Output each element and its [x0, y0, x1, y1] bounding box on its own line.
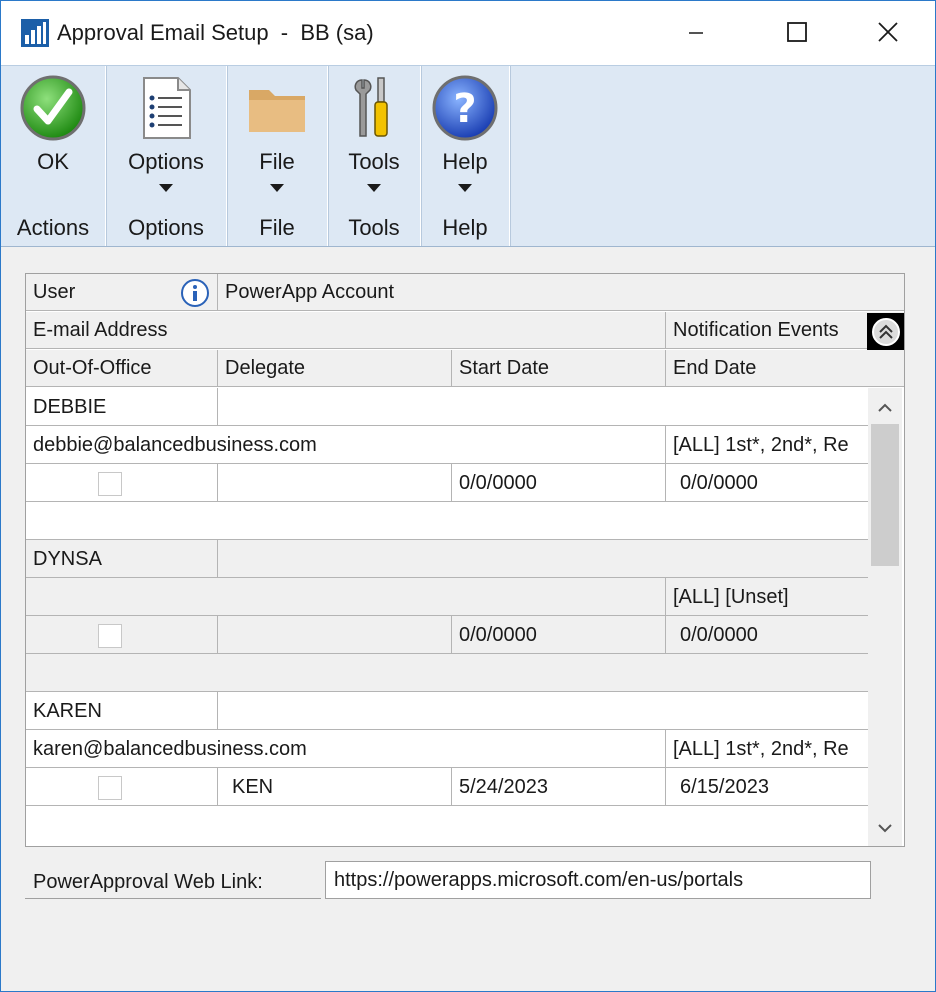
- ribbon: OK Actions Options Options File File Too…: [1, 65, 935, 247]
- options-list-icon: [143, 77, 191, 139]
- ribbon-group-file: File File: [227, 66, 328, 246]
- options-dropdown-icon: [159, 184, 173, 192]
- email-cell[interactable]: debbie@balancedbusiness.com: [26, 426, 666, 464]
- title-bar: Approval Email Setup - BB (sa): [1, 1, 935, 65]
- ok-button[interactable]: OK: [1, 66, 105, 206]
- delegate-cell[interactable]: [218, 464, 452, 502]
- web-link-label: PowerApproval Web Link:: [25, 861, 321, 899]
- grid-rows: DEBBIE debbie@balancedbusiness.com [ALL]…: [26, 388, 868, 846]
- record-separator: [26, 806, 868, 844]
- help-button[interactable]: ? Help: [421, 66, 509, 206]
- approval-email-setup-window: Approval Email Setup - BB (sa) OK Action…: [0, 0, 936, 992]
- group-label-actions: Actions: [16, 215, 90, 240]
- group-label-options: Options: [128, 215, 204, 240]
- minimize-icon[interactable]: [673, 11, 719, 55]
- window-title: Approval Email Setup - BB (sa): [57, 20, 374, 45]
- help-button-label: Help: [442, 149, 488, 174]
- start-date-cell[interactable]: 0/0/0000: [452, 464, 666, 502]
- user-cell[interactable]: DYNSA: [26, 540, 218, 578]
- chevron-up-double-icon: [872, 318, 900, 346]
- record-separator: [26, 654, 868, 692]
- end-date-cell[interactable]: 6/15/2023: [666, 768, 868, 806]
- help-icon: ?: [432, 75, 498, 141]
- file-button-label: File: [259, 149, 295, 174]
- out-of-office-cell[interactable]: [26, 616, 218, 654]
- options-button[interactable]: Options: [106, 66, 226, 206]
- ribbon-group-options: Options Options: [106, 66, 227, 246]
- header-email-address[interactable]: E-mail Address: [26, 312, 666, 349]
- start-date-cell[interactable]: 0/0/0000: [452, 616, 666, 654]
- notification-events-cell[interactable]: [ALL] 1st*, 2nd*, Re: [666, 730, 868, 768]
- collapse-rows-button[interactable]: [867, 313, 904, 351]
- group-label-help: Help: [442, 215, 488, 240]
- vertical-scrollbar[interactable]: [868, 388, 902, 846]
- user-cell[interactable]: KAREN: [26, 692, 218, 730]
- header-delegate[interactable]: Delegate: [218, 350, 452, 387]
- end-date-cell[interactable]: 0/0/0000: [666, 464, 868, 502]
- folder-icon: [249, 90, 305, 132]
- ribbon-group-help: ? Help Help: [421, 66, 510, 246]
- notification-events-cell[interactable]: [ALL] [Unset]: [666, 578, 868, 616]
- powerapp-account-cell[interactable]: [218, 692, 868, 730]
- header-start-date[interactable]: Start Date: [452, 350, 666, 387]
- out-of-office-checkbox[interactable]: [98, 776, 122, 800]
- help-dropdown-icon: [458, 184, 472, 192]
- tools-dropdown-icon: [367, 184, 381, 192]
- ribbon-group-actions: OK Actions: [1, 66, 106, 246]
- email-cell[interactable]: karen@balancedbusiness.com: [26, 730, 666, 768]
- ribbon-group-tools: Tools Tools: [328, 66, 421, 246]
- out-of-office-cell[interactable]: [26, 464, 218, 502]
- header-out-of-office[interactable]: Out-Of-Office: [26, 350, 218, 387]
- tools-button[interactable]: Tools: [328, 66, 420, 206]
- powerapp-account-cell[interactable]: [218, 388, 868, 426]
- out-of-office-checkbox[interactable]: [98, 624, 122, 648]
- notification-events-cell[interactable]: [ALL] 1st*, 2nd*, Re: [666, 426, 868, 464]
- tools-icon: [354, 77, 388, 137]
- file-dropdown-icon: [270, 184, 284, 192]
- end-date-cell[interactable]: 0/0/0000: [666, 616, 868, 654]
- group-label-file: File: [259, 215, 295, 240]
- file-button[interactable]: File: [227, 66, 327, 206]
- scrollbar-thumb[interactable]: [871, 424, 899, 566]
- record-separator: [26, 502, 868, 540]
- header-user[interactable]: User: [26, 274, 218, 311]
- checkmark-icon: [20, 75, 86, 141]
- powerapp-account-cell[interactable]: [218, 540, 868, 578]
- user-cell[interactable]: DEBBIE: [26, 388, 218, 426]
- user-email-grid: User PowerApp Account E-mail Address Not…: [25, 273, 905, 847]
- web-link-field[interactable]: [325, 861, 871, 899]
- svg-text:?: ?: [453, 86, 476, 132]
- ok-button-label: OK: [37, 149, 69, 174]
- maximize-icon[interactable]: [773, 11, 819, 55]
- group-label-tools: Tools: [348, 215, 400, 240]
- app-chart-icon: [21, 19, 49, 47]
- email-cell[interactable]: [26, 578, 666, 616]
- header-end-date[interactable]: End Date: [666, 350, 904, 387]
- info-icon[interactable]: [180, 278, 210, 308]
- out-of-office-checkbox[interactable]: [98, 472, 122, 496]
- tools-button-label: Tools: [348, 149, 400, 174]
- header-user-label: User: [33, 281, 76, 303]
- delegate-cell[interactable]: [218, 616, 452, 654]
- header-powerapp-account[interactable]: PowerApp Account: [218, 274, 904, 311]
- delegate-cell[interactable]: KEN: [218, 768, 452, 806]
- close-icon[interactable]: [865, 11, 911, 55]
- out-of-office-cell[interactable]: [26, 768, 218, 806]
- scroll-down-icon[interactable]: [868, 814, 902, 842]
- options-button-label: Options: [128, 149, 204, 174]
- start-date-cell[interactable]: 5/24/2023: [452, 768, 666, 806]
- scroll-up-icon[interactable]: [868, 394, 902, 422]
